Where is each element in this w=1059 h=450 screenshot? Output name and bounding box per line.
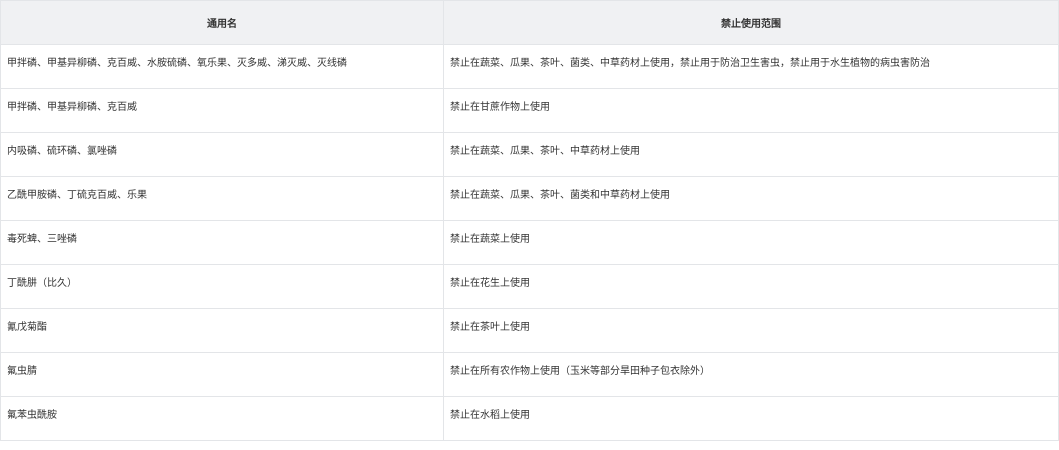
- table-body: 甲拌磷、甲基异柳磷、克百威、水胺硫磷、氧乐果、灭多威、涕灭威、灭线磷 禁止在蔬菜…: [0, 44, 1059, 441]
- cell-common-name: 丁酰肼（比久）: [0, 264, 444, 309]
- cell-prohibited-scope: 禁止在蔬菜上使用: [443, 220, 1059, 265]
- table-row: 甲拌磷、甲基异柳磷、克百威 禁止在甘蔗作物上使用: [0, 88, 1059, 133]
- cell-common-name: 内吸磷、硫环磷、氯唑磷: [0, 132, 444, 177]
- cell-prohibited-scope: 禁止在茶叶上使用: [443, 308, 1059, 353]
- cell-prohibited-scope: 禁止在蔬菜、瓜果、茶叶、菌类和中草药材上使用: [443, 176, 1059, 221]
- header-common-name: 通用名: [0, 0, 444, 45]
- table-row: 甲拌磷、甲基异柳磷、克百威、水胺硫磷、氧乐果、灭多威、涕灭威、灭线磷 禁止在蔬菜…: [0, 44, 1059, 89]
- pesticide-restriction-table-container: 通用名 禁止使用范围 甲拌磷、甲基异柳磷、克百威、水胺硫磷、氧乐果、灭多威、涕灭…: [0, 0, 1059, 450]
- table-row: 氟苯虫酰胺 禁止在水稻上使用: [0, 396, 1059, 441]
- cell-common-name: 氟虫腈: [0, 352, 444, 397]
- cell-prohibited-scope: 禁止在所有农作物上使用（玉米等部分旱田种子包衣除外）: [443, 352, 1059, 397]
- pesticide-restriction-table: 通用名 禁止使用范围 甲拌磷、甲基异柳磷、克百威、水胺硫磷、氧乐果、灭多威、涕灭…: [0, 0, 1059, 441]
- cell-common-name: 氟苯虫酰胺: [0, 396, 444, 441]
- header-row: 通用名 禁止使用范围: [0, 0, 1059, 45]
- cell-common-name: 甲拌磷、甲基异柳磷、克百威、水胺硫磷、氧乐果、灭多威、涕灭威、灭线磷: [0, 44, 444, 89]
- table-header: 通用名 禁止使用范围: [0, 0, 1059, 45]
- cell-prohibited-scope: 禁止在甘蔗作物上使用: [443, 88, 1059, 133]
- table-row: 毒死蜱、三唑磷 禁止在蔬菜上使用: [0, 220, 1059, 265]
- table-row: 乙酰甲胺磷、丁硫克百威、乐果 禁止在蔬菜、瓜果、茶叶、菌类和中草药材上使用: [0, 176, 1059, 221]
- table-row: 丁酰肼（比久） 禁止在花生上使用: [0, 264, 1059, 309]
- cell-prohibited-scope: 禁止在水稻上使用: [443, 396, 1059, 441]
- cell-prohibited-scope: 禁止在蔬菜、瓜果、茶叶、菌类、中草药材上使用，禁止用于防治卫生害虫，禁止用于水生…: [443, 44, 1059, 89]
- table-row: 内吸磷、硫环磷、氯唑磷 禁止在蔬菜、瓜果、茶叶、中草药材上使用: [0, 132, 1059, 177]
- header-prohibited-scope: 禁止使用范围: [443, 0, 1059, 45]
- table-row: 氟虫腈 禁止在所有农作物上使用（玉米等部分旱田种子包衣除外）: [0, 352, 1059, 397]
- cell-common-name: 毒死蜱、三唑磷: [0, 220, 444, 265]
- cell-common-name: 氰戊菊酯: [0, 308, 444, 353]
- cell-common-name: 甲拌磷、甲基异柳磷、克百威: [0, 88, 444, 133]
- cell-prohibited-scope: 禁止在花生上使用: [443, 264, 1059, 309]
- table-row: 氰戊菊酯 禁止在茶叶上使用: [0, 308, 1059, 353]
- cell-prohibited-scope: 禁止在蔬菜、瓜果、茶叶、中草药材上使用: [443, 132, 1059, 177]
- cell-common-name: 乙酰甲胺磷、丁硫克百威、乐果: [0, 176, 444, 221]
